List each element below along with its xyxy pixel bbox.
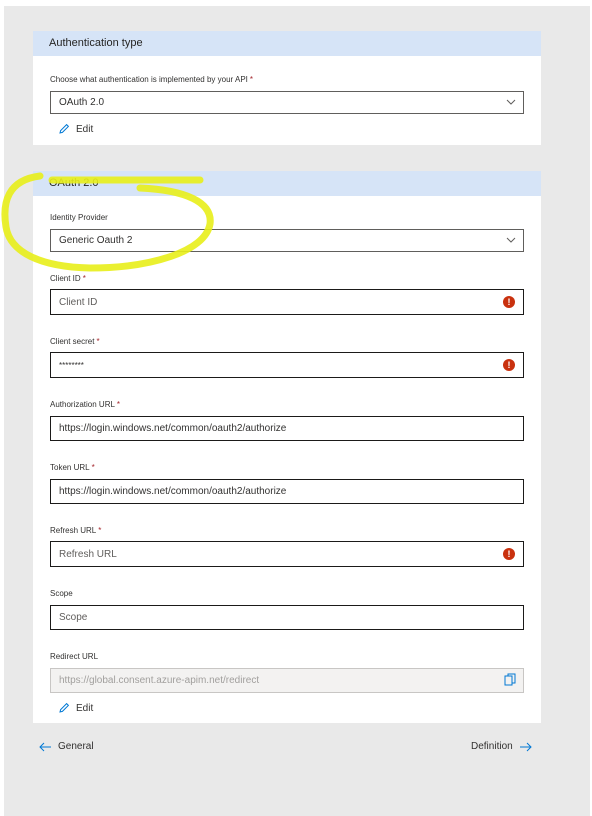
oauth2-edit-button[interactable]: Edit [58,702,93,714]
scope-input[interactable] [51,606,523,629]
identity-provider-label: Identity Provider [50,213,108,222]
auth-type-label-text: Choose what authentication is implemente… [50,75,248,84]
auth-type-dropdown[interactable]: OAuth 2.0 [50,91,524,114]
required-mark: * [98,526,102,535]
client-secret-label: Client secret * [50,337,100,346]
error-icon: ! [503,548,515,560]
next-definition-button[interactable]: Definition [471,741,532,752]
auth-type-selected-value: OAuth 2.0 [59,97,105,108]
chevron-down-icon [506,99,516,105]
auth-type-label: Choose what authentication is implemente… [50,75,253,84]
required-mark: * [116,400,121,409]
redirect-url-label: Redirect URL [50,652,99,661]
back-general-button[interactable]: General [39,741,94,752]
client-id-label: Client ID * [50,274,86,283]
client-id-label-text: Client ID [50,274,81,283]
next-label: Definition [471,741,513,752]
client-secret-input[interactable] [51,353,523,377]
pencil-icon [59,123,70,134]
edit-label: Edit [76,123,94,135]
chevron-down-icon [506,237,516,243]
client-secret-label-text: Client secret [50,337,95,346]
authentication-type-header: Authentication type [33,31,541,56]
copy-icon[interactable] [504,673,516,687]
error-icon: ! [503,359,515,371]
authorization-url-field[interactable] [50,416,524,441]
client-id-input[interactable] [51,290,523,314]
scope-field[interactable] [50,605,524,630]
authentication-type-card: Authentication type Choose what authenti… [33,31,541,145]
authorization-url-label-text: Authorization URL [50,400,115,409]
required-mark: * [82,274,86,283]
required-mark: * [91,463,95,472]
redirect-url-field [50,668,524,693]
authorization-url-label: Authorization URL * [50,400,120,409]
client-id-field[interactable]: ! [50,289,524,315]
token-url-label-text: Token URL [50,463,90,472]
identity-provider-dropdown[interactable]: Generic Oauth 2 [50,229,524,252]
required-mark: * [96,337,100,346]
refresh-url-input[interactable] [51,542,523,566]
arrow-left-icon [39,742,51,751]
authorization-url-input[interactable] [51,417,523,440]
identity-provider-selected-value: Generic Oauth 2 [59,235,133,246]
oauth2-card: OAuth 2.0 Identity Provider Generic Oaut… [33,171,541,723]
oauth2-header: OAuth 2.0 [33,171,541,196]
token-url-field[interactable] [50,479,524,504]
redirect-url-input [51,669,523,692]
required-mark: * [249,75,254,84]
pencil-icon [59,702,70,713]
error-icon: ! [503,296,515,308]
back-label: General [58,741,94,752]
refresh-url-label-text: Refresh URL [50,526,97,535]
auth-type-edit-button[interactable]: Edit [58,123,93,135]
token-url-label: Token URL * [50,463,95,472]
arrow-right-icon [519,742,532,751]
scope-label: Scope [50,589,73,598]
token-url-input[interactable] [51,480,523,503]
edit-label: Edit [76,702,94,714]
refresh-url-field[interactable]: ! [50,541,524,567]
refresh-url-label: Refresh URL * [50,526,101,535]
client-secret-field[interactable]: ! [50,352,524,378]
